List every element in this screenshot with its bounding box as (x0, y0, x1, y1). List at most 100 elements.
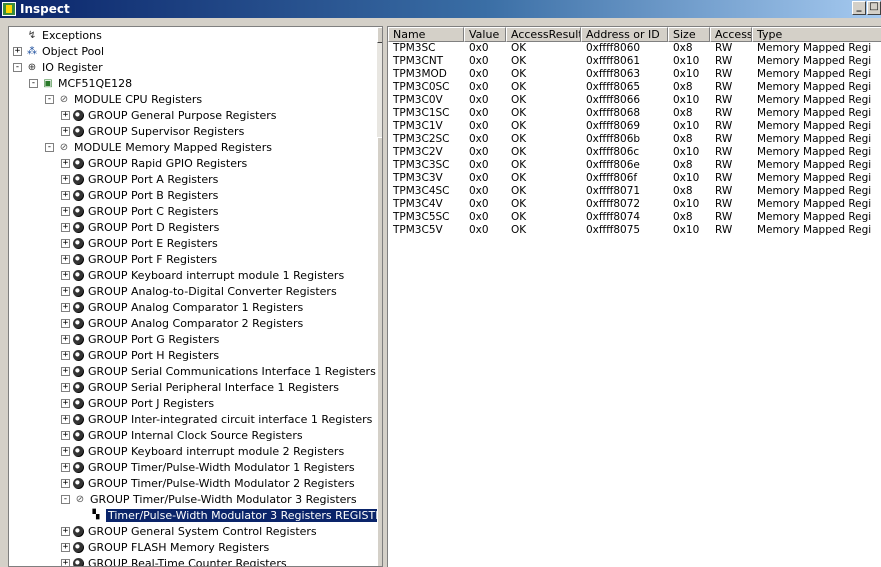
tree-item[interactable]: + GROUP Analog Comparator 1 Registers (61, 299, 303, 315)
collapse-icon[interactable]: - (13, 62, 22, 72)
expand-icon[interactable]: + (61, 206, 70, 216)
object-tree-panel[interactable]: ↯ Exceptions + ⁂ Object Pool - ⊕ IO Register - ▣ M… (8, 26, 383, 567)
maximize-button[interactable]: □ (867, 1, 881, 15)
tree-item[interactable]: + GROUP Keyboard interrupt module 2 Regis… (61, 443, 344, 459)
tree-item[interactable]: + GROUP Port D Registers (61, 219, 219, 235)
table-row[interactable]: TPM3C5V 0x0 OK 0xffff8075 0x10 RW Memory Mappe… (388, 224, 881, 237)
expand-icon[interactable]: + (61, 286, 70, 296)
table-row[interactable]: TPM3C3SC 0x0 OK 0xffff806e 0x8 RW Memory Mappe… (388, 159, 881, 172)
tree-item[interactable]: + GROUP FLASH Memory Registers (61, 539, 269, 555)
tree-item[interactable]: + GROUP Rapid GPIO Registers (61, 155, 247, 171)
tree-item[interactable]: ↯ Exceptions (13, 27, 102, 43)
tree-item[interactable]: + GROUP Analog Comparator 2 Registers (61, 315, 303, 331)
title-bar: Inspect _ □ (0, 0, 881, 18)
expand-icon[interactable]: + (61, 222, 70, 232)
expand-icon[interactable]: + (61, 302, 70, 312)
expand-icon[interactable]: + (61, 526, 70, 536)
tree-item[interactable]: + GROUP Timer/Pulse-Width Modulator 2 Reg… (61, 475, 355, 491)
column-header-access[interactable]: Access (710, 27, 752, 42)
tree-item[interactable]: + GROUP Port B Registers (61, 187, 218, 203)
expand-icon[interactable]: + (61, 542, 70, 552)
collapse-icon[interactable]: - (61, 494, 70, 504)
tree-item[interactable]: + GROUP Real-Time Counter Registers (61, 555, 287, 566)
collapse-icon[interactable]: - (29, 78, 38, 88)
tree-item[interactable]: + GROUP Inter-integrated circuit interfac… (61, 411, 372, 427)
window-controls: _ □ (851, 1, 881, 15)
table-row[interactable]: TPM3C4SC 0x0 OK 0xffff8071 0x8 RW Memory Mappe… (388, 185, 881, 198)
expand-icon[interactable]: + (61, 462, 70, 472)
expand-icon[interactable]: + (61, 430, 70, 440)
table-row[interactable]: TPM3C2SC 0x0 OK 0xffff806b 0x8 RW Memory Mappe… (388, 133, 881, 146)
column-header-value[interactable]: Value (464, 27, 506, 42)
tree-item[interactable]: ▚ Timer/Pulse-Width Modulator 3 Registers… (77, 507, 382, 523)
table-row[interactable]: TPM3C0SC 0x0 OK 0xffff8065 0x8 RW Memory Mappe… (388, 81, 881, 94)
expand-icon[interactable]: + (61, 174, 70, 184)
scroll-thumb[interactable] (377, 137, 382, 566)
expand-icon[interactable]: + (61, 350, 70, 360)
table-row[interactable]: TPM3MOD 0x0 OK 0xffff8063 0x10 RW Memory Mappe… (388, 68, 881, 81)
tree-item[interactable]: - ⊘ MODULE Memory Mapped Registers (45, 139, 272, 155)
tree-item[interactable]: + GROUP Serial Communications Interface 1… (61, 363, 376, 379)
expand-icon[interactable]: + (61, 398, 70, 408)
tree-item[interactable]: + GROUP Port J Registers (61, 395, 214, 411)
tree-item[interactable]: + GROUP General System Control Registers (61, 523, 317, 539)
table-row[interactable]: TPM3C2V 0x0 OK 0xffff806c 0x10 RW Memory Mappe… (388, 146, 881, 159)
tree-item[interactable]: + GROUP Keyboard interrupt module 1 Regis… (61, 267, 344, 283)
io-register-icon: ⊕ (27, 61, 37, 73)
table-row[interactable]: TPM3CNT 0x0 OK 0xffff8061 0x10 RW Memory Mappe… (388, 55, 881, 68)
minimize-button[interactable]: _ (852, 1, 866, 15)
column-header-address[interactable]: Address or ID (581, 27, 668, 42)
expand-icon[interactable]: + (61, 126, 70, 136)
tree-item[interactable]: + GROUP Port E Registers (61, 235, 218, 251)
tree-item[interactable]: - ▣ MCF51QE128 (29, 75, 132, 91)
registers-list-panel[interactable]: Name Value AccessResult Address or ID Size Ac… (387, 26, 881, 567)
tree-item[interactable]: + GROUP Serial Peripheral Interface 1 Reg… (61, 379, 339, 395)
expand-icon[interactable]: + (13, 46, 22, 56)
expand-icon[interactable]: + (61, 254, 70, 264)
tree-item[interactable]: + GROUP Port G Registers (61, 331, 219, 347)
expand-icon[interactable]: + (61, 366, 70, 376)
expand-icon[interactable]: + (61, 478, 70, 488)
tree-item[interactable]: - ⊕ IO Register (13, 59, 103, 75)
expand-icon[interactable]: + (61, 158, 70, 168)
tree-item[interactable]: - ⊘ GROUP Timer/Pulse-Width Modulator 3 Re… (61, 491, 357, 507)
tree-item[interactable]: + GROUP Internal Clock Source Registers (61, 427, 303, 443)
table-row[interactable]: TPM3C1V 0x0 OK 0xffff8069 0x10 RW Memory Mappe… (388, 120, 881, 133)
cell-access: RW (715, 198, 733, 210)
table-row[interactable]: TPM3C0V 0x0 OK 0xffff8066 0x10 RW Memory Mappe… (388, 94, 881, 107)
expand-icon[interactable]: + (61, 270, 70, 280)
tree-item[interactable]: + GROUP Analog-to-Digital Converter Regis… (61, 283, 337, 299)
scroll-up-icon[interactable]: ▲ (377, 27, 382, 43)
table-row[interactable]: TPM3C5SC 0x0 OK 0xffff8074 0x8 RW Memory Mappe… (388, 211, 881, 224)
expand-icon[interactable]: + (61, 110, 70, 120)
expand-icon[interactable]: + (61, 446, 70, 456)
tree-item[interactable]: + GROUP Port H Registers (61, 347, 219, 363)
tree-item[interactable]: - ⊘ MODULE CPU Registers (45, 91, 202, 107)
collapse-icon[interactable]: - (45, 142, 54, 152)
tree-item[interactable]: + GROUP Port A Registers (61, 171, 218, 187)
expand-icon[interactable]: + (61, 238, 70, 248)
tree-item[interactable]: + GROUP Supervisor Registers (61, 123, 244, 139)
expand-icon[interactable]: + (61, 190, 70, 200)
window-title: Inspect (20, 2, 70, 16)
tree-item[interactable]: + GROUP Port F Registers (61, 251, 217, 267)
tree-item[interactable]: + GROUP General Purpose Registers (61, 107, 277, 123)
column-header-size[interactable]: Size (668, 27, 710, 42)
table-row[interactable]: TPM3C3V 0x0 OK 0xffff806f 0x10 RW Memory Mappe… (388, 172, 881, 185)
column-header-access-result[interactable]: AccessResult (506, 27, 581, 42)
table-row[interactable]: TPM3SC 0x0 OK 0xffff8060 0x8 RW Memory Mapped … (388, 42, 881, 55)
tree-item[interactable]: + ⁂ Object Pool (13, 43, 104, 59)
table-row[interactable]: TPM3C4V 0x0 OK 0xffff8072 0x10 RW Memory Mappe… (388, 198, 881, 211)
expand-icon[interactable]: + (61, 414, 70, 424)
column-header-type[interactable]: Type (752, 27, 881, 42)
expand-icon[interactable]: + (61, 334, 70, 344)
expand-icon[interactable]: + (61, 558, 70, 566)
tree-item[interactable]: + GROUP Port C Registers (61, 203, 219, 219)
column-header-name[interactable]: Name (388, 27, 464, 42)
tree-item[interactable]: + GROUP Timer/Pulse-Width Modulator 1 Reg… (61, 459, 355, 475)
table-row[interactable]: TPM3C1SC 0x0 OK 0xffff8068 0x8 RW Memory Mappe… (388, 107, 881, 120)
expand-icon[interactable]: + (61, 382, 70, 392)
expand-icon[interactable]: + (61, 318, 70, 328)
tree-scrollbar[interactable]: ▲ (377, 27, 382, 566)
collapse-icon[interactable]: - (45, 94, 54, 104)
